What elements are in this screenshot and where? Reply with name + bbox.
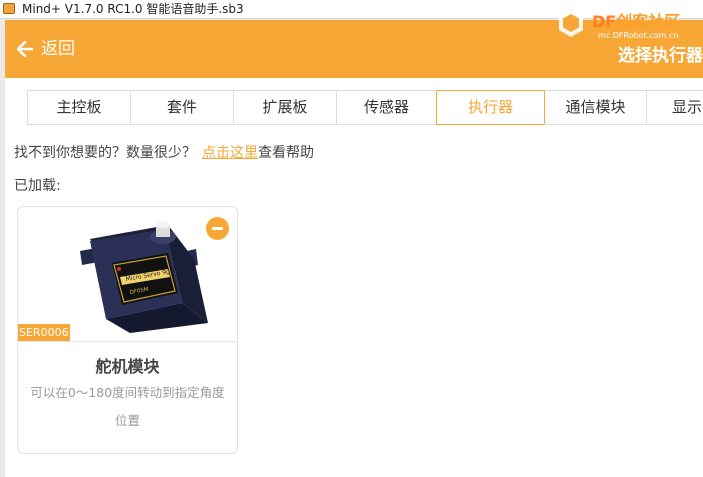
page-title: 选择执行器	[618, 46, 703, 66]
help-link[interactable]: 点击这里	[202, 145, 258, 161]
servo-illustration: Micro Servo 9g DF05M	[80, 221, 208, 333]
sku-badge: SER0006	[18, 324, 70, 341]
card-name: 舵机模块	[95, 357, 160, 376]
dfrobot-logo-icon	[556, 7, 586, 37]
watermark-brand: DF创客社区	[592, 12, 681, 31]
watermark: DF创客社区 mc.DFRobot.com.cn	[548, 2, 703, 42]
arrow-left-icon	[16, 40, 34, 58]
help-text: 找不到你想要的？数量很少？ 点击这里查看帮助	[14, 142, 314, 162]
help-prefix: 找不到你想要的？数量很少？	[14, 145, 196, 161]
device-card[interactable]: Micro Servo 9g DF05M SER0006 舵机模块 可以在0～1…	[17, 206, 238, 454]
servo-image: Micro Servo 9g DF05M	[18, 207, 237, 341]
back-button[interactable]: 返回	[16, 34, 75, 64]
tab-communication[interactable]: 通信模块	[545, 91, 647, 124]
remove-button[interactable]	[206, 217, 229, 240]
watermark-url: mc.DFRobot.com.cn	[598, 31, 679, 40]
tab-main-board[interactable]: 主控板	[28, 91, 131, 124]
help-suffix: 查看帮助	[258, 145, 314, 161]
window-title: Mind+ V1.7.0 RC1.0 智能语音助手.sb3	[22, 2, 244, 16]
tab-kits[interactable]: 套件	[131, 91, 234, 124]
card-description: 可以在0～180度间转动到指定角度位置	[30, 385, 225, 428]
loaded-label: 已加载:	[14, 178, 61, 194]
back-label: 返回	[41, 39, 75, 59]
main-panel: 主控板 套件 扩展板 传感器 执行器 通信模块 显示 找不到你想要的？数量很少？…	[5, 78, 703, 477]
category-tabs: 主控板 套件 扩展板 传感器 执行器 通信模块 显示	[27, 90, 703, 125]
tab-expansion-board[interactable]: 扩展板	[234, 91, 337, 124]
card-divider	[18, 341, 237, 342]
app-icon	[3, 3, 15, 14]
tab-display[interactable]: 显示	[647, 91, 703, 124]
tab-sensors[interactable]: 传感器	[337, 91, 437, 124]
tab-actuators[interactable]: 执行器	[436, 90, 545, 125]
